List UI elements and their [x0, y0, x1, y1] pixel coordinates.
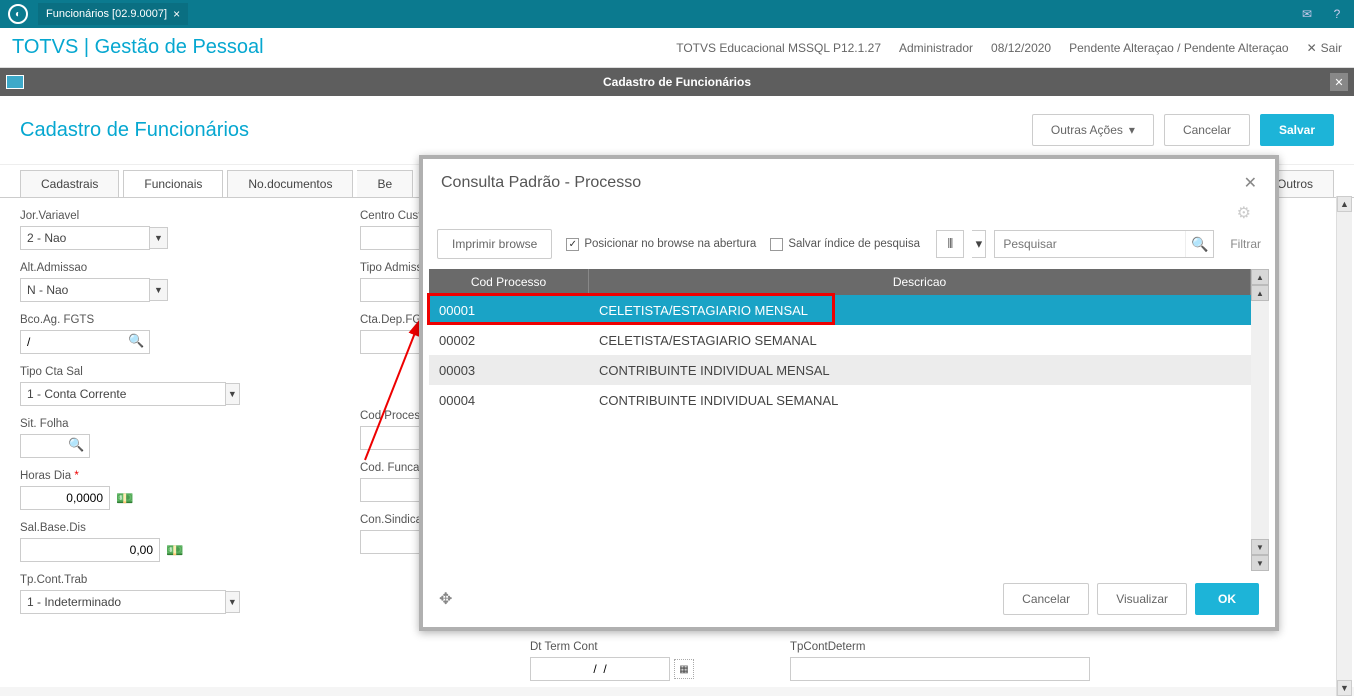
document-tab[interactable]: Funcionários [02.9.0007] ×: [38, 3, 188, 25]
calendar-icon[interactable]: ▦: [674, 659, 694, 679]
imprimir-button[interactable]: Imprimir browse: [437, 229, 552, 259]
chevron-down-icon[interactable]: ▼: [226, 591, 240, 613]
columns-dropdown-icon[interactable]: ▾: [972, 230, 986, 258]
tab-funcionais[interactable]: Funcionais: [123, 170, 223, 198]
scroll-up-icon[interactable]: ▲: [1251, 285, 1269, 301]
table-row[interactable]: 00004 CONTRIBUINTE INDIVIDUAL SEMANAL: [429, 385, 1251, 415]
sal-base-input[interactable]: [20, 538, 160, 562]
tp-cont-determ-label: TpContDeterm: [790, 641, 1090, 653]
dt-term-cont-label: Dt Term Cont: [530, 641, 730, 653]
table-row[interactable]: 00001 CELETISTA/ESTAGIARIO MENSAL: [429, 295, 1251, 325]
header: TOTVS | Gestão de Pessoal TOTVS Educacio…: [0, 28, 1354, 68]
table-row[interactable]: 00003 CONTRIBUINTE INDIVIDUAL MENSAL: [429, 355, 1251, 385]
window-icon: [6, 75, 24, 89]
tab-documentos[interactable]: No.documentos: [227, 170, 353, 198]
search-icon[interactable]: 🔍: [68, 437, 86, 455]
money-icon: 💵: [116, 490, 133, 507]
header-date: 08/12/2020: [991, 41, 1051, 55]
alt-admissao-select[interactable]: N - Nao: [20, 278, 150, 302]
tp-cont-determ-select[interactable]: [790, 657, 1090, 681]
tipo-cta-sal-label: Tipo Cta Sal: [20, 366, 240, 378]
horas-dia-label: Horas Dia *: [20, 470, 240, 482]
scroll-up-icon[interactable]: ▲: [1251, 269, 1269, 285]
table-scrollbar[interactable]: ▲ ▲ ▼ ▼: [1251, 269, 1269, 571]
modal-cancelar-button[interactable]: Cancelar: [1003, 583, 1089, 615]
chevron-down-icon[interactable]: ▼: [150, 279, 168, 301]
scroll-down-icon[interactable]: ▼: [1251, 555, 1269, 571]
page-title: Cadastro de Funcionários: [20, 119, 249, 142]
col-descricao[interactable]: Descricao: [589, 269, 1251, 295]
window-close-button[interactable]: ✕: [1330, 73, 1348, 91]
scroll-up-icon[interactable]: ▲: [1337, 196, 1352, 212]
horas-dia-input[interactable]: [20, 486, 110, 510]
tab-cadastrais[interactable]: Cadastrais: [20, 170, 119, 198]
filtrar-link[interactable]: Filtrar: [1230, 237, 1261, 251]
processo-table: Cod Processo Descricao 00001 CELETISTA/E…: [429, 269, 1251, 571]
window-title: Cadastro de Funcionários: [603, 75, 751, 89]
modal-close-button[interactable]: ✕: [1244, 173, 1257, 193]
close-icon[interactable]: ×: [173, 7, 180, 21]
scroll-down-icon[interactable]: ▼: [1337, 680, 1352, 696]
search-input[interactable]: [995, 237, 1185, 251]
bco-fgts-label: Bco.Ag. FGTS: [20, 314, 240, 326]
sal-base-label: Sal.Base.Dis: [20, 522, 240, 534]
top-bar: ◐ Funcionários [02.9.0007] × ✉ ?: [0, 0, 1354, 28]
col-cod-processo[interactable]: Cod Processo: [429, 269, 589, 295]
search-box: 🔍: [994, 230, 1214, 258]
mail-icon[interactable]: ✉: [1298, 5, 1316, 23]
modal-title: Consulta Padrão - Processo: [441, 174, 641, 192]
header-status: Pendente Alteraçao / Pendente Alteraçao: [1069, 41, 1289, 55]
help-icon[interactable]: ?: [1328, 5, 1346, 23]
tipo-cta-sal-select[interactable]: 1 - Conta Corrente: [20, 382, 226, 406]
sit-folha-label: Sit. Folha: [20, 418, 240, 430]
table-row[interactable]: 00002 CELETISTA/ESTAGIARIO SEMANAL: [429, 325, 1251, 355]
header-env: TOTVS Educacional MSSQL P12.1.27: [676, 41, 881, 55]
gear-icon[interactable]: ⚙: [1237, 203, 1251, 223]
checkbox-checked-icon: ✓: [566, 238, 579, 251]
scroll-down-icon[interactable]: ▼: [1251, 539, 1269, 555]
tab-beneficios[interactable]: Be: [357, 170, 413, 198]
salvar-button[interactable]: Salvar: [1260, 114, 1334, 146]
search-icon[interactable]: 🔍: [128, 333, 146, 351]
salvar-indice-checkbox[interactable]: Salvar índice de pesquisa: [770, 238, 920, 251]
posicionar-checkbox[interactable]: ✓ Posicionar no browse na abertura: [566, 238, 756, 251]
app-logo-icon: ◐: [8, 4, 28, 24]
chevron-down-icon: ▾: [1129, 123, 1135, 137]
chevron-down-icon[interactable]: ▼: [150, 227, 168, 249]
exit-button[interactable]: ✕ Sair: [1307, 41, 1342, 55]
modal-visualizar-button[interactable]: Visualizar: [1097, 583, 1187, 615]
checkbox-icon: [770, 238, 783, 251]
app-title: TOTVS | Gestão de Pessoal: [12, 36, 264, 59]
close-icon: ✕: [1307, 41, 1317, 55]
jor-variavel-label: Jor.Variavel: [20, 210, 240, 222]
document-tab-label: Funcionários [02.9.0007]: [46, 8, 167, 20]
form-scrollbar[interactable]: ▲ ▼: [1336, 196, 1352, 696]
columns-button[interactable]: ⦀: [936, 230, 964, 258]
money-icon: 💵: [166, 542, 183, 559]
dt-term-cont-input[interactable]: [530, 657, 670, 681]
outras-acoes-button[interactable]: Outras Ações ▾: [1032, 114, 1154, 146]
search-icon[interactable]: 🔍: [1185, 231, 1213, 257]
alt-admissao-label: Alt.Admissao: [20, 262, 240, 274]
consulta-modal: Consulta Padrão - Processo ✕ ⚙ Imprimir …: [419, 155, 1279, 631]
cancelar-button[interactable]: Cancelar: [1164, 114, 1250, 146]
modal-ok-button[interactable]: OK: [1195, 583, 1259, 615]
header-user: Administrador: [899, 41, 973, 55]
jor-variavel-select[interactable]: 2 - Nao: [20, 226, 150, 250]
move-icon[interactable]: ✥: [439, 589, 452, 609]
window-titlebar: Cadastro de Funcionários ✕: [0, 68, 1354, 96]
tp-cont-trab-label: Tp.Cont.Trab: [20, 574, 240, 586]
tp-cont-trab-select[interactable]: 1 - Indeterminado: [20, 590, 226, 614]
chevron-down-icon[interactable]: ▼: [226, 383, 240, 405]
